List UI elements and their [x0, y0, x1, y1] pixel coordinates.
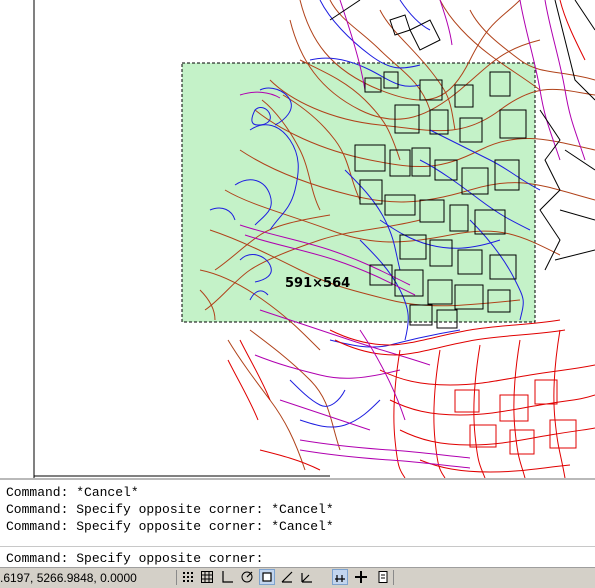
- otrack-icon: [281, 571, 293, 583]
- grid-icon: [201, 571, 213, 583]
- ortho-icon: [222, 571, 233, 583]
- polar-toggle[interactable]: [239, 569, 255, 585]
- dyn-icon: [335, 575, 345, 582]
- snap-icon: [183, 572, 193, 582]
- selection-size-label: 591×564: [285, 276, 350, 291]
- otrack-toggle[interactable]: [279, 569, 295, 585]
- qp-toggle[interactable]: [375, 569, 391, 585]
- grid-toggle[interactable]: [199, 569, 215, 585]
- ortho-toggle[interactable]: [219, 569, 235, 585]
- status-separator: [176, 570, 177, 585]
- lweight-toggle[interactable]: [353, 569, 369, 585]
- drawing-canvas[interactable]: 591×564: [0, 0, 595, 478]
- command-history-line: Command: Specify opposite corner: *Cance…: [6, 502, 334, 517]
- command-history-line: Command: Specify opposite corner: *Cance…: [6, 519, 334, 534]
- status-bar: .6197, 5266.9848, 0.0000: [0, 567, 595, 588]
- osnap-icon: [262, 572, 272, 582]
- ducs-icon: [301, 573, 312, 583]
- command-prompt-input[interactable]: Command: Specify opposite corner:: [6, 551, 263, 567]
- lineweight-icon: [355, 571, 367, 583]
- quick-properties-icon: [378, 571, 388, 583]
- dyn-toggle[interactable]: [332, 569, 348, 585]
- status-separator: [393, 570, 394, 585]
- map-drawing: 591×564: [0, 0, 595, 478]
- command-window[interactable]: Command: *Cancel* Command: Specify oppos…: [0, 478, 595, 568]
- osnap-toggle[interactable]: [259, 569, 275, 585]
- polar-icon: [241, 571, 253, 583]
- ducs-toggle[interactable]: [299, 569, 315, 585]
- command-history-line: Command: *Cancel*: [6, 485, 139, 500]
- snap-toggle[interactable]: [180, 569, 196, 585]
- command-separator: [0, 546, 595, 547]
- coordinate-display: .6197, 5266.9848, 0.0000: [0, 571, 137, 585]
